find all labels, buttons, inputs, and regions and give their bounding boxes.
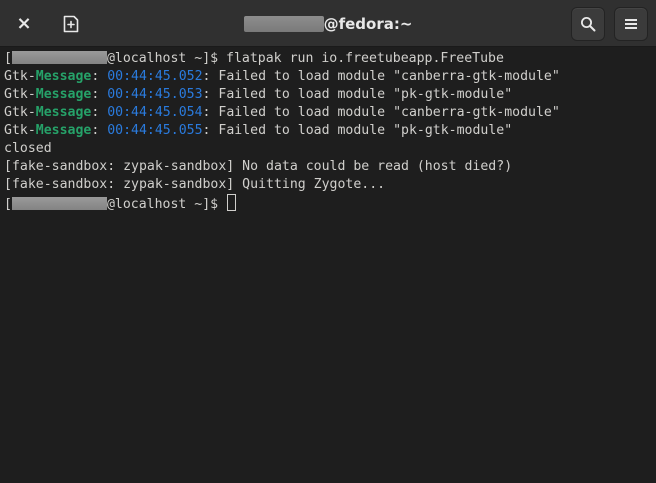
new-tab-button[interactable] [54,7,88,41]
hamburger-menu-icon [625,19,637,29]
gtk-message-line: Gtk-Message: 00:44:45.053: Failed to loa… [4,87,513,102]
title-host: @fedora:~ [323,14,413,33]
gtk-message-line: Gtk-Message: 00:44:45.052: Failed to loa… [4,69,560,84]
gtk-message-line: Gtk-Message: 00:44:45.054: Failed to loa… [4,105,560,120]
menu-button[interactable] [614,7,648,41]
redacted-username [11,197,107,210]
headerbar: × @fedora:~ [0,0,656,47]
redacted-username [243,15,324,32]
terminal-output[interactable]: [@localhost ~]$ flatpak run io.freetubea… [0,47,656,483]
text-cursor [227,194,237,211]
prompt-line: [@localhost ~]$ [4,194,656,212]
window-title: @fedora:~ [0,0,656,47]
closed-line: closed [4,141,52,156]
close-icon: × [16,13,32,34]
close-button[interactable]: × [7,7,41,41]
new-tab-icon [63,15,79,33]
command-line: [@localhost ~]$ flatpak run io.freetubea… [4,51,504,66]
timestamp: 00:44:45.054 [107,105,203,120]
timestamp: 00:44:45.055 [107,123,203,138]
search-icon [581,17,596,32]
sandbox-line: [fake-sandbox: zypak-sandbox] Quitting Z… [4,177,386,192]
terminal-window: × @fedora:~ [@localhost ~]$ flatpak run… [0,0,656,483]
gtk-message-line: Gtk-Message: 00:44:45.055: Failed to loa… [4,123,513,138]
search-button[interactable] [571,7,605,41]
timestamp: 00:44:45.053 [107,87,203,102]
command-text: flatpak run io.freetubeapp.FreeTube [226,51,504,66]
redacted-username [11,51,107,64]
sandbox-line: [fake-sandbox: zypak-sandbox] No data co… [4,159,513,174]
timestamp: 00:44:45.052 [107,69,203,84]
